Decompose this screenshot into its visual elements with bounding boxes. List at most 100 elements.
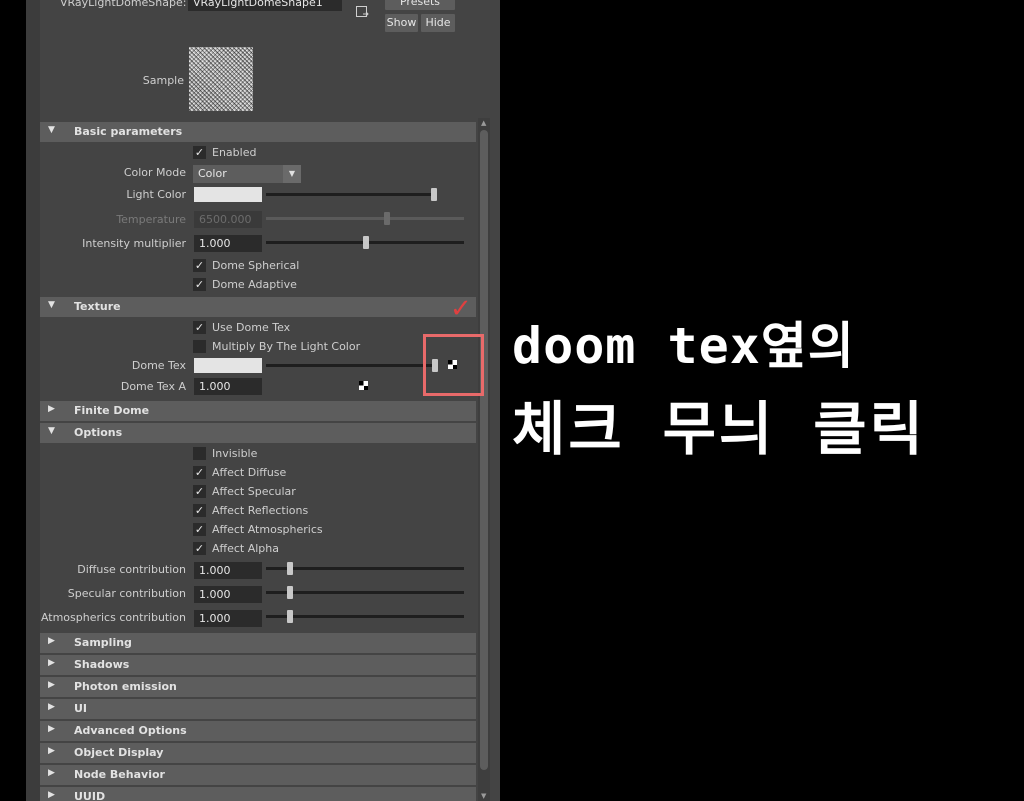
hide-button[interactable]: Hide	[421, 14, 455, 32]
affect-specular-label: Affect Specular	[212, 485, 296, 498]
dome-adaptive-checkbox[interactable]: ✓	[193, 278, 206, 291]
affect-diffuse-label: Affect Diffuse	[212, 466, 287, 479]
affect-alpha-label: Affect Alpha	[212, 542, 280, 555]
annotation-line-1: doom tex옆의	[512, 317, 855, 375]
temperature-label: Temperature	[116, 213, 186, 226]
panel-left-strip	[26, 0, 40, 801]
dome-tex-slider[interactable]	[266, 364, 434, 367]
affect-reflections-label: Affect Reflections	[212, 504, 309, 517]
dome-tex-swatch[interactable]	[194, 358, 262, 373]
expanded-arrow-icon: ▼	[48, 300, 55, 310]
temperature-slider	[266, 217, 464, 220]
enabled-checkbox[interactable]: ✓	[193, 146, 206, 159]
intensity-slider-thumb[interactable]	[363, 236, 369, 249]
section-uuid[interactable]: ▶ UUID	[40, 787, 476, 801]
light-color-swatch[interactable]	[194, 187, 262, 202]
section-sampling[interactable]: ▶ Sampling	[40, 633, 476, 653]
section-options[interactable]: ▼ Options	[40, 423, 476, 443]
specular-contribution-slider-thumb[interactable]	[287, 586, 293, 599]
section-advanced-options[interactable]: ▶ Advanced Options	[40, 721, 476, 741]
atmospherics-contribution-slider[interactable]	[266, 615, 464, 618]
enabled-label: Enabled	[212, 146, 257, 159]
atmospherics-contribution-field[interactable]: 1.000	[194, 610, 262, 627]
light-color-slider-thumb[interactable]	[431, 188, 437, 201]
collapsed-arrow-icon: ▶	[48, 768, 55, 778]
intensity-field[interactable]: 1.000	[194, 235, 262, 252]
affect-alpha-checkbox[interactable]: ✓	[193, 542, 206, 555]
section-title: Node Behavior	[74, 768, 165, 781]
presets-button[interactable]: Presets	[385, 0, 455, 10]
invisible-label: Invisible	[212, 447, 258, 460]
intensity-label: Intensity multiplier	[82, 237, 186, 250]
collapsed-arrow-icon: ▶	[48, 790, 55, 800]
affect-specular-checkbox[interactable]: ✓	[193, 485, 206, 498]
atmospherics-contribution-label: Atmospherics contribution	[40, 611, 186, 624]
shape-name-field[interactable]: VRayLightDomeShape1	[188, 0, 342, 11]
section-basic-parameters[interactable]: ▼ Basic parameters	[40, 122, 476, 142]
affect-diffuse-checkbox[interactable]: ✓	[193, 466, 206, 479]
expanded-arrow-icon: ▼	[48, 125, 55, 135]
focus-icon[interactable]	[356, 3, 370, 17]
sample-swatch	[189, 47, 253, 111]
light-color-label: Light Color	[126, 188, 186, 201]
scroll-up-icon[interactable]: ▲	[481, 119, 486, 127]
use-dome-tex-label: Use Dome Tex	[212, 321, 291, 334]
light-color-slider[interactable]	[266, 193, 434, 196]
color-mode-value: Color	[198, 167, 227, 180]
sample-label: Sample	[142, 74, 184, 87]
section-title: Advanced Options	[74, 724, 187, 737]
section-title: Shadows	[74, 658, 130, 671]
section-title: Basic parameters	[74, 125, 183, 138]
collapsed-arrow-icon: ▶	[48, 636, 55, 646]
show-button[interactable]: Show	[385, 14, 418, 32]
color-mode-dropdown[interactable]: Color ▼	[193, 165, 301, 183]
multiply-light-color-label: Multiply By The Light Color	[212, 340, 361, 353]
attribute-editor-panel: VRayLightDomeShape: VRayLightDomeShape1 …	[26, 0, 500, 801]
expanded-arrow-icon: ▼	[48, 426, 55, 436]
affect-atmospherics-label: Affect Atmospherics	[212, 523, 323, 536]
diffuse-contribution-slider[interactable]	[266, 567, 464, 570]
dome-spherical-label: Dome Spherical	[212, 259, 300, 272]
specular-contribution-label: Specular contribution	[67, 587, 186, 600]
dome-tex-label: Dome Tex	[131, 359, 186, 372]
section-title: Finite Dome	[74, 404, 150, 417]
dome-spherical-checkbox[interactable]: ✓	[193, 259, 206, 272]
invisible-checkbox[interactable]	[193, 447, 206, 460]
collapsed-arrow-icon: ▶	[48, 702, 55, 712]
collapsed-arrow-icon: ▶	[48, 724, 55, 734]
section-texture[interactable]: ▼ Texture	[40, 297, 476, 317]
shape-name-label: VRayLightDomeShape:	[60, 0, 187, 9]
collapsed-arrow-icon: ▶	[48, 680, 55, 690]
multiply-light-color-checkbox[interactable]	[193, 340, 206, 353]
dropdown-arrow-icon: ▼	[283, 165, 301, 183]
section-title: UUID	[74, 790, 106, 801]
section-object-display[interactable]: ▶ Object Display	[40, 743, 476, 763]
diffuse-contribution-field[interactable]: 1.000	[194, 562, 262, 579]
affect-reflections-checkbox[interactable]: ✓	[193, 504, 206, 517]
section-title: UI	[74, 702, 88, 715]
section-title: Sampling	[74, 636, 132, 649]
dome-tex-a-map-button-icon[interactable]	[359, 381, 368, 390]
section-photon-emission[interactable]: ▶ Photon emission	[40, 677, 476, 697]
temperature-field: 6500.000	[194, 211, 262, 228]
diffuse-contribution-slider-thumb[interactable]	[287, 562, 293, 575]
section-ui[interactable]: ▶ UI	[40, 699, 476, 719]
temperature-slider-thumb	[384, 212, 390, 225]
section-title: Photon emission	[74, 680, 177, 693]
scrollbar-thumb[interactable]	[480, 130, 488, 770]
section-shadows[interactable]: ▶ Shadows	[40, 655, 476, 675]
scroll-down-icon[interactable]: ▼	[481, 792, 486, 800]
diffuse-contribution-label: Diffuse contribution	[77, 563, 186, 576]
affect-atmospherics-checkbox[interactable]: ✓	[193, 523, 206, 536]
section-finite-dome[interactable]: ▶ Finite Dome	[40, 401, 476, 421]
specular-contribution-slider[interactable]	[266, 591, 464, 594]
use-dome-tex-checkbox[interactable]: ✓	[193, 321, 206, 334]
section-title: Object Display	[74, 746, 164, 759]
annotation-line-2: 체크 무늬 클릭	[512, 395, 926, 463]
dome-tex-a-field[interactable]: 1.000	[194, 378, 262, 395]
section-node-behavior[interactable]: ▶ Node Behavior	[40, 765, 476, 785]
collapsed-arrow-icon: ▶	[48, 746, 55, 756]
specular-contribution-field[interactable]: 1.000	[194, 586, 262, 603]
section-title: Texture	[74, 300, 121, 313]
atmospherics-contribution-slider-thumb[interactable]	[287, 610, 293, 623]
